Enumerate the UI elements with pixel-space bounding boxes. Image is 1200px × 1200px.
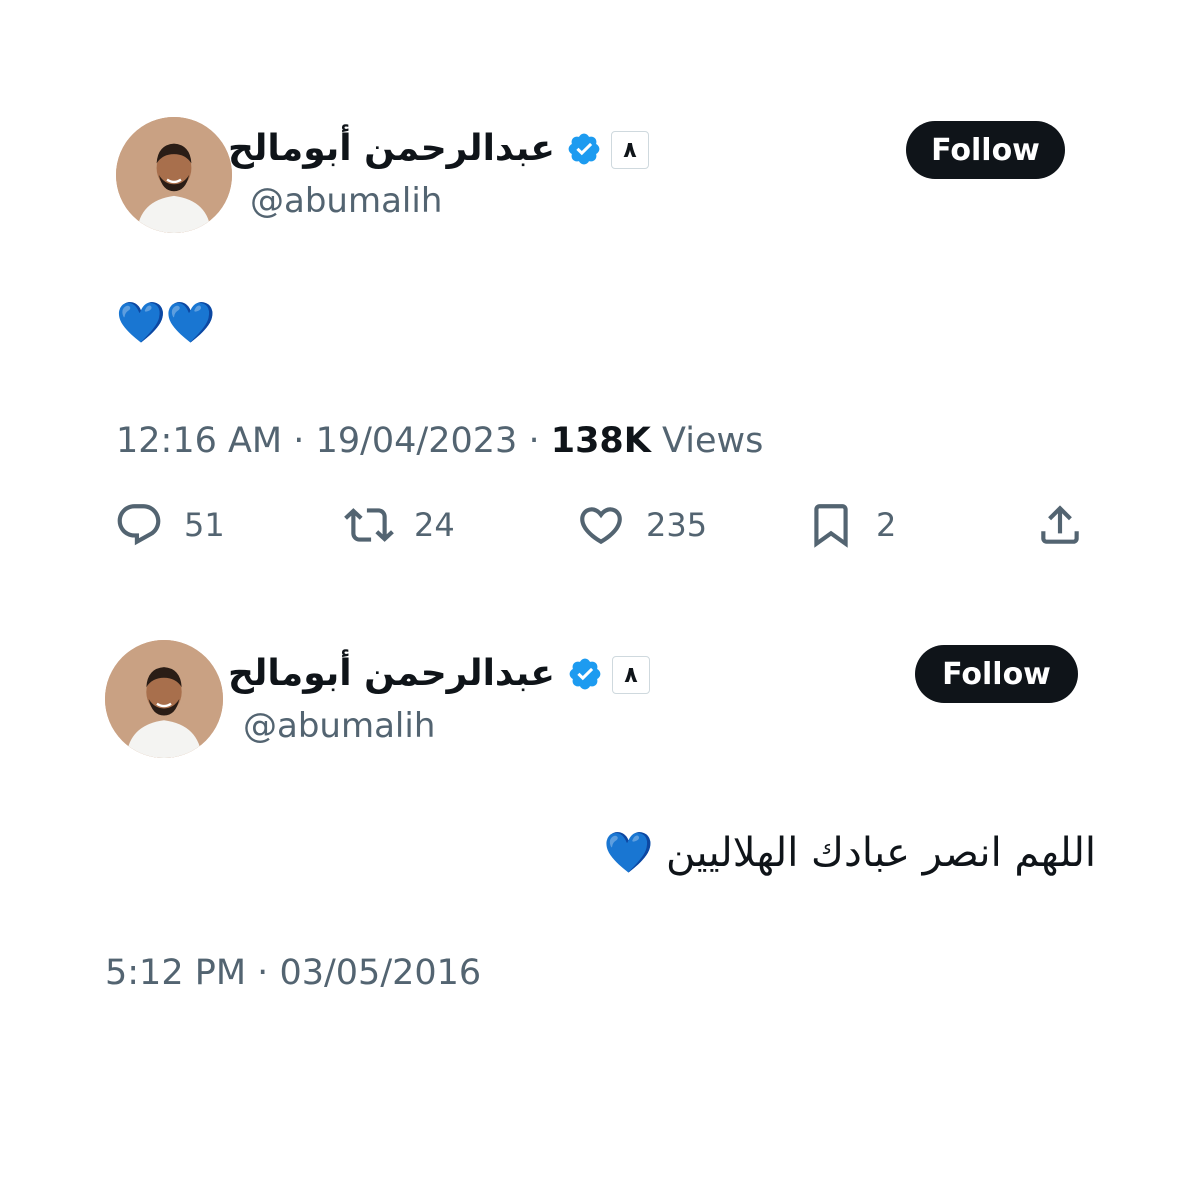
separator: ·: [257, 953, 269, 993]
follow-button[interactable]: Follow: [915, 645, 1078, 703]
tweet-2: عبدالرحمن أبومالح ٨ @abumalih Follow الل…: [0, 0, 1200, 1200]
tweet-time[interactable]: 5:12 PM: [105, 953, 246, 993]
tweet-meta: 5:12 PM · 03/05/2016: [105, 952, 481, 994]
display-name[interactable]: عبدالرحمن أبومالح: [228, 652, 555, 696]
avatar-photo-icon: [105, 640, 223, 758]
verified-icon: [567, 656, 603, 692]
affiliation-badge[interactable]: ٨: [612, 656, 650, 694]
tweet-date[interactable]: 03/05/2016: [279, 953, 481, 993]
tweet-text: اللهم انصر عبادك الهلاليين 💙: [603, 830, 1096, 876]
user-handle[interactable]: @abumalih: [243, 706, 435, 746]
avatar[interactable]: [105, 640, 223, 758]
